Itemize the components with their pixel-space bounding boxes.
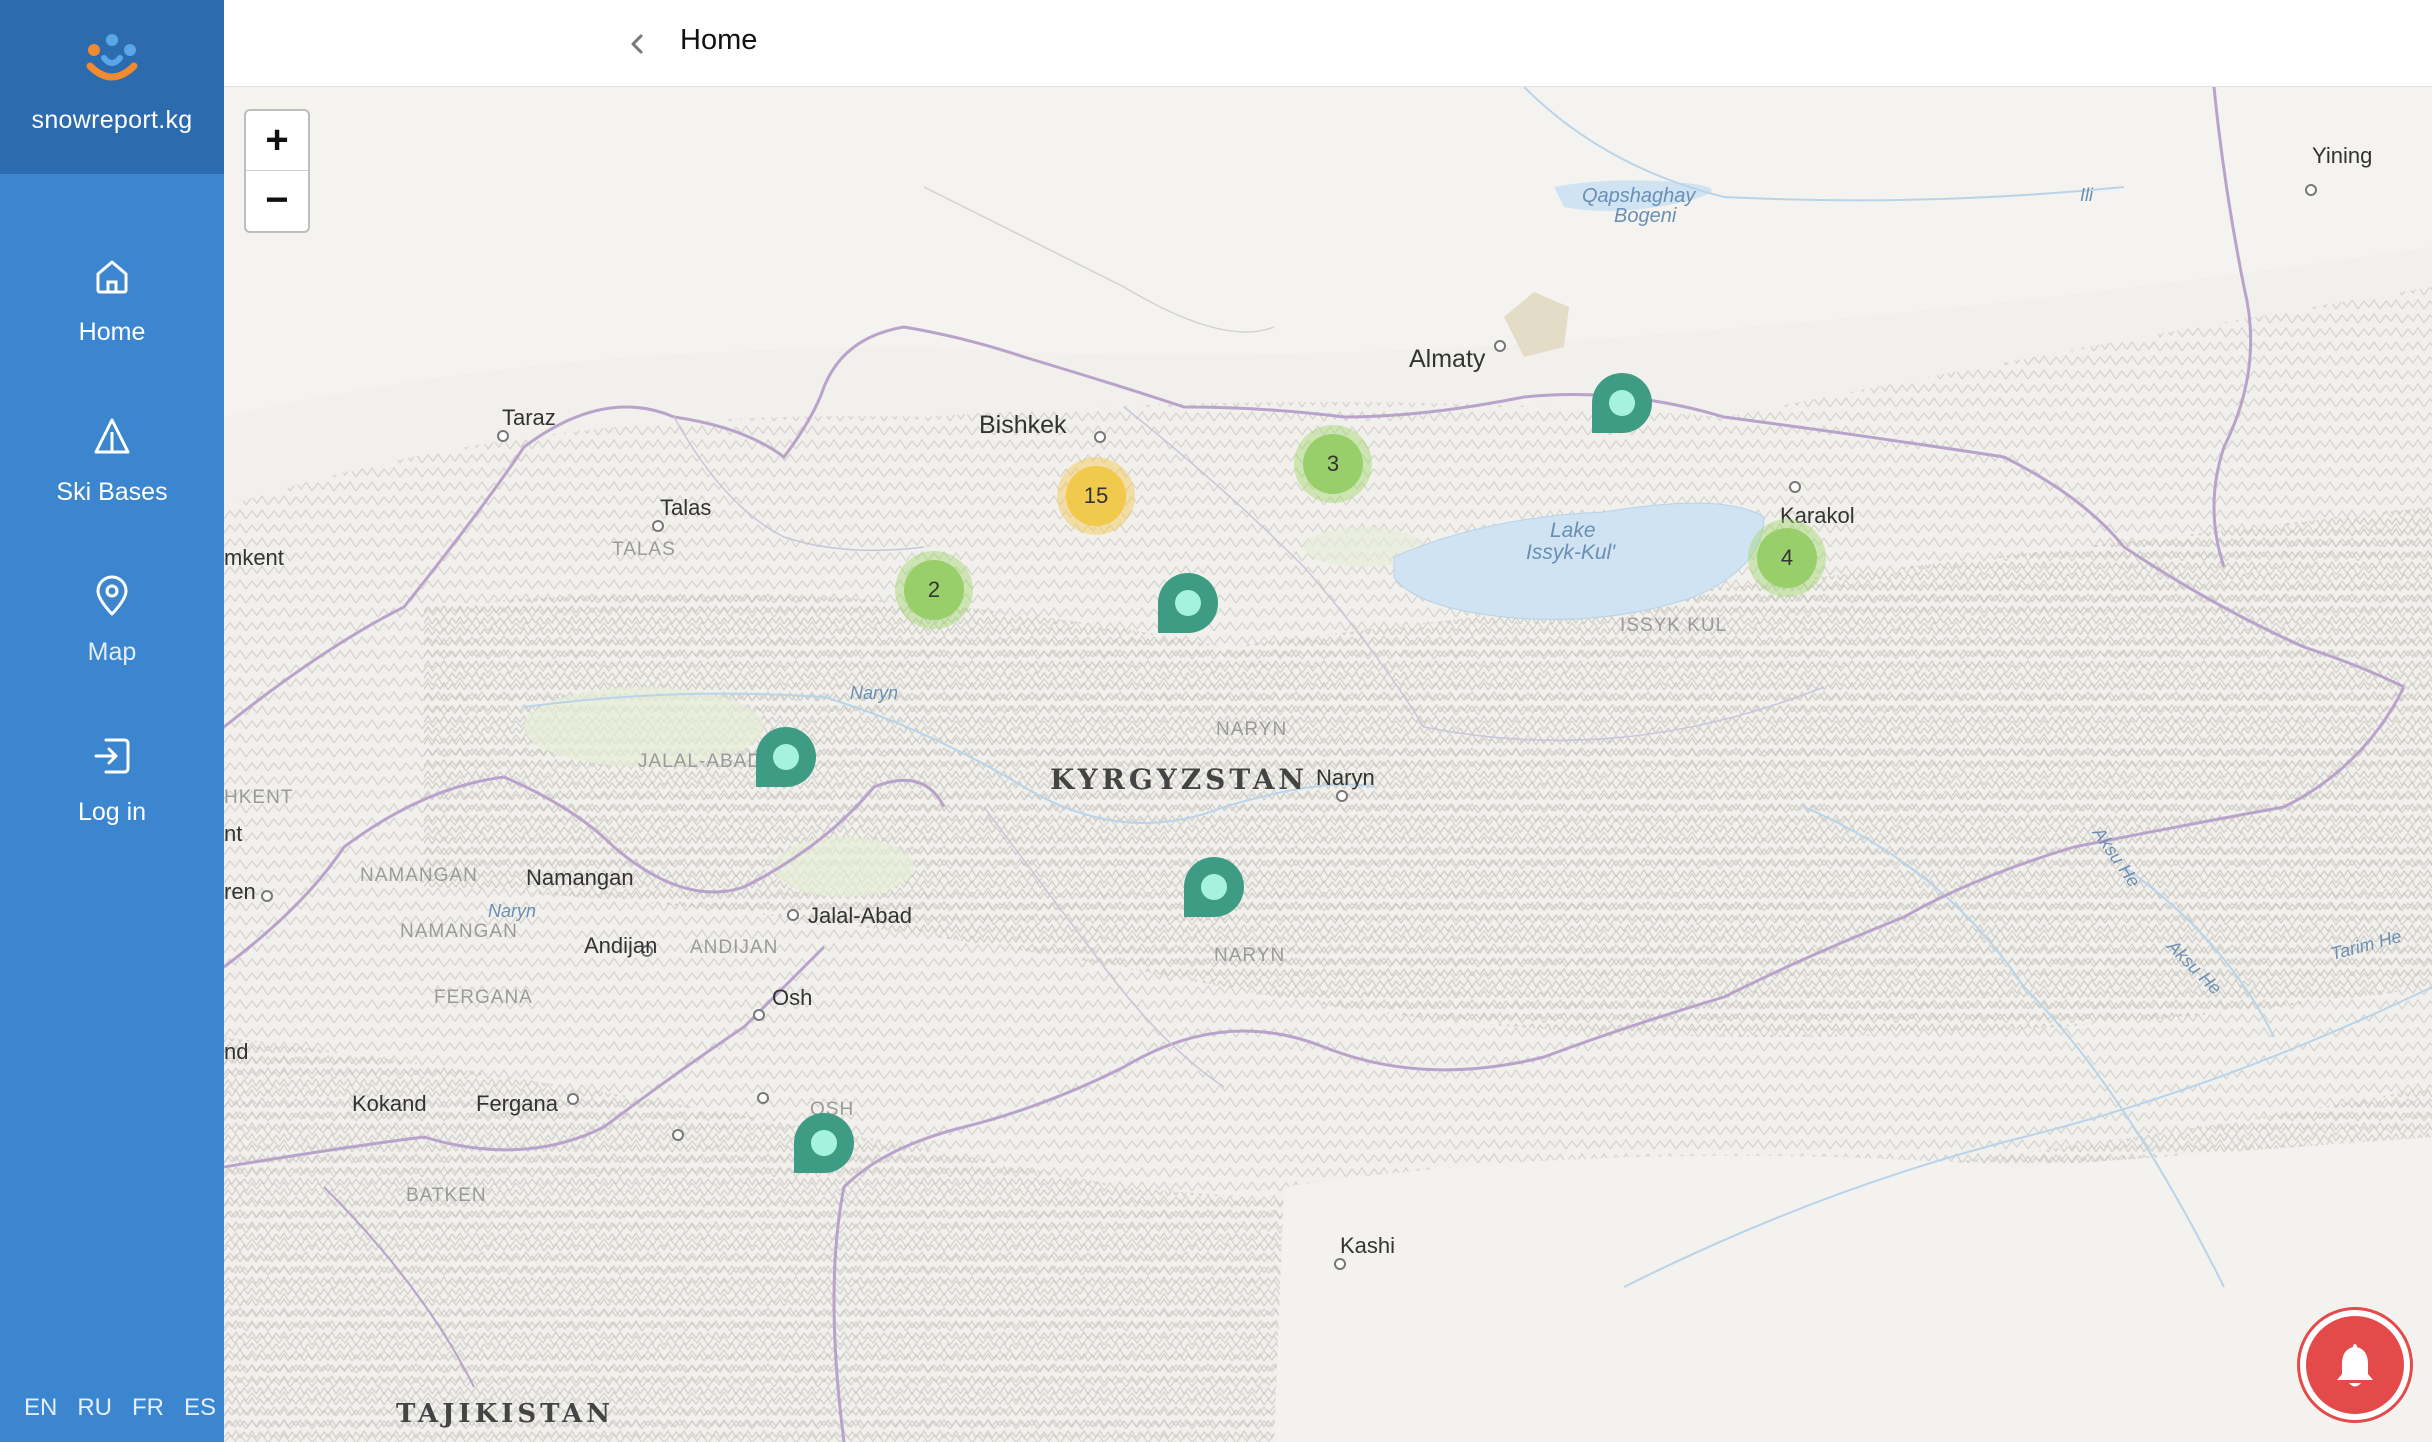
logo-icon	[86, 34, 138, 81]
ski-base-marker[interactable]	[756, 727, 816, 787]
chevron-left-icon	[631, 34, 643, 54]
map-label-jalal-abad: Jalal-Abad	[808, 903, 912, 928]
cluster-marker[interactable]: 15	[1057, 457, 1135, 535]
map-label-naryn-river-2: Naryn	[488, 901, 537, 921]
map-label-lake-name: Issyk-Kul'	[1526, 541, 1616, 564]
map-label-naryn-region-2: NARYN	[1214, 945, 1286, 966]
map-label-naryn-river: Naryn	[850, 683, 899, 703]
map-label-andijan-region: ANDIJAN	[690, 937, 779, 958]
cluster-marker[interactable]: 4	[1748, 519, 1826, 597]
triangle-icon	[94, 418, 130, 454]
sidebar: snowreport.kg Home Ski Bases Map Log in …	[0, 0, 224, 1442]
lang-es[interactable]: ES	[184, 1394, 216, 1422]
nav-item-map[interactable]: Map	[0, 572, 224, 722]
lang-fr[interactable]: FR	[132, 1394, 164, 1422]
cluster-count: 3	[1303, 434, 1363, 494]
notification-bell-button[interactable]	[2300, 1310, 2410, 1420]
language-switcher: EN RU FR ES	[24, 1394, 216, 1422]
map-label-fergana-region: FERGANA	[434, 987, 533, 1008]
nav-label-home: Home	[78, 318, 146, 346]
map-label-batken: BATKEN	[406, 1185, 487, 1206]
login-icon	[94, 738, 130, 774]
map-label-country: KYRGYZSTAN	[1050, 763, 1309, 796]
map-pin-icon	[96, 575, 128, 616]
map-label-ili: Ili	[2080, 185, 2093, 205]
map-label-namangan-region: NAMANGAN	[360, 865, 478, 886]
map-label-naryn-region: NARYN	[1216, 719, 1288, 740]
nav-label-map: Map	[87, 638, 137, 666]
nav-label-login: Log in	[77, 798, 147, 826]
map-label-kashi: Kashi	[1340, 1233, 1396, 1258]
map-label-fergana: Fergana	[476, 1091, 558, 1116]
cluster-marker[interactable]: 2	[895, 551, 973, 629]
zoom-control: + −	[244, 109, 310, 233]
map-label-bishkek: Bishkek	[979, 411, 1067, 439]
map-label-shymkent: mkent	[224, 545, 284, 570]
nav-item-home[interactable]: Home	[0, 252, 224, 402]
cluster-count: 2	[904, 560, 964, 620]
map-label-yining: Yining	[2312, 143, 2373, 168]
header: Home	[224, 0, 2432, 87]
zoom-out-button[interactable]: −	[246, 171, 308, 230]
map-label-ren: ren	[224, 879, 256, 904]
map-label-namangan: Namangan	[526, 865, 634, 890]
map-label-talas: Talas	[660, 495, 712, 520]
map-label-osh: Osh	[772, 985, 813, 1010]
brand-name: snowreport.kg	[31, 106, 193, 134]
map-view[interactable]: Bishkek Almaty Taraz Talas TALAS Karakol…	[224, 87, 2432, 1442]
zoom-in-button[interactable]: +	[246, 111, 308, 171]
page-title: Home	[680, 24, 758, 56]
map-label-issyk-kul-region: ISSYK KUL	[1620, 615, 1728, 636]
map-label-kapchagay-2: Bogeni	[1614, 205, 1677, 227]
map-label-naryn: Naryn	[1316, 765, 1375, 790]
map-label-talas-region: TALAS	[612, 539, 676, 560]
bell-icon	[2337, 1344, 2373, 1387]
map-label-andijan: Andijan	[584, 933, 658, 958]
nav-item-login[interactable]: Log in	[0, 732, 224, 882]
map-label-kokand: Kokand	[352, 1091, 427, 1116]
nav-label-ski-bases: Ski Bases	[56, 478, 168, 506]
back-button[interactable]	[616, 22, 660, 66]
ski-base-marker[interactable]	[794, 1113, 854, 1173]
lang-en[interactable]: EN	[24, 1394, 57, 1422]
ski-base-marker[interactable]	[1592, 373, 1652, 433]
map-label-taraz: Taraz	[502, 405, 556, 430]
cluster-marker[interactable]: 3	[1294, 425, 1372, 503]
ski-base-marker[interactable]	[1158, 573, 1218, 633]
map-label-tajikistan: TAJIKISTAN	[396, 1399, 614, 1429]
brand[interactable]: snowreport.kg	[0, 0, 224, 174]
map-label-nd: nd	[224, 1039, 249, 1064]
map-label-lake: Lake	[1550, 519, 1596, 542]
home-icon	[96, 260, 128, 294]
ski-base-marker[interactable]	[1184, 857, 1244, 917]
map-label-jalal-abad-region: JALAL-ABAD	[638, 751, 763, 772]
map-label-tashkent: HKENT	[224, 787, 294, 808]
map-label-nt: nt	[224, 821, 243, 846]
lang-ru[interactable]: RU	[77, 1394, 112, 1422]
cluster-count: 4	[1757, 528, 1817, 588]
map-label-almaty: Almaty	[1409, 345, 1486, 373]
cluster-count: 15	[1066, 466, 1126, 526]
nav-item-ski-bases[interactable]: Ski Bases	[0, 412, 224, 562]
map-label-namangan-region-2: NAMANGAN	[400, 921, 518, 942]
